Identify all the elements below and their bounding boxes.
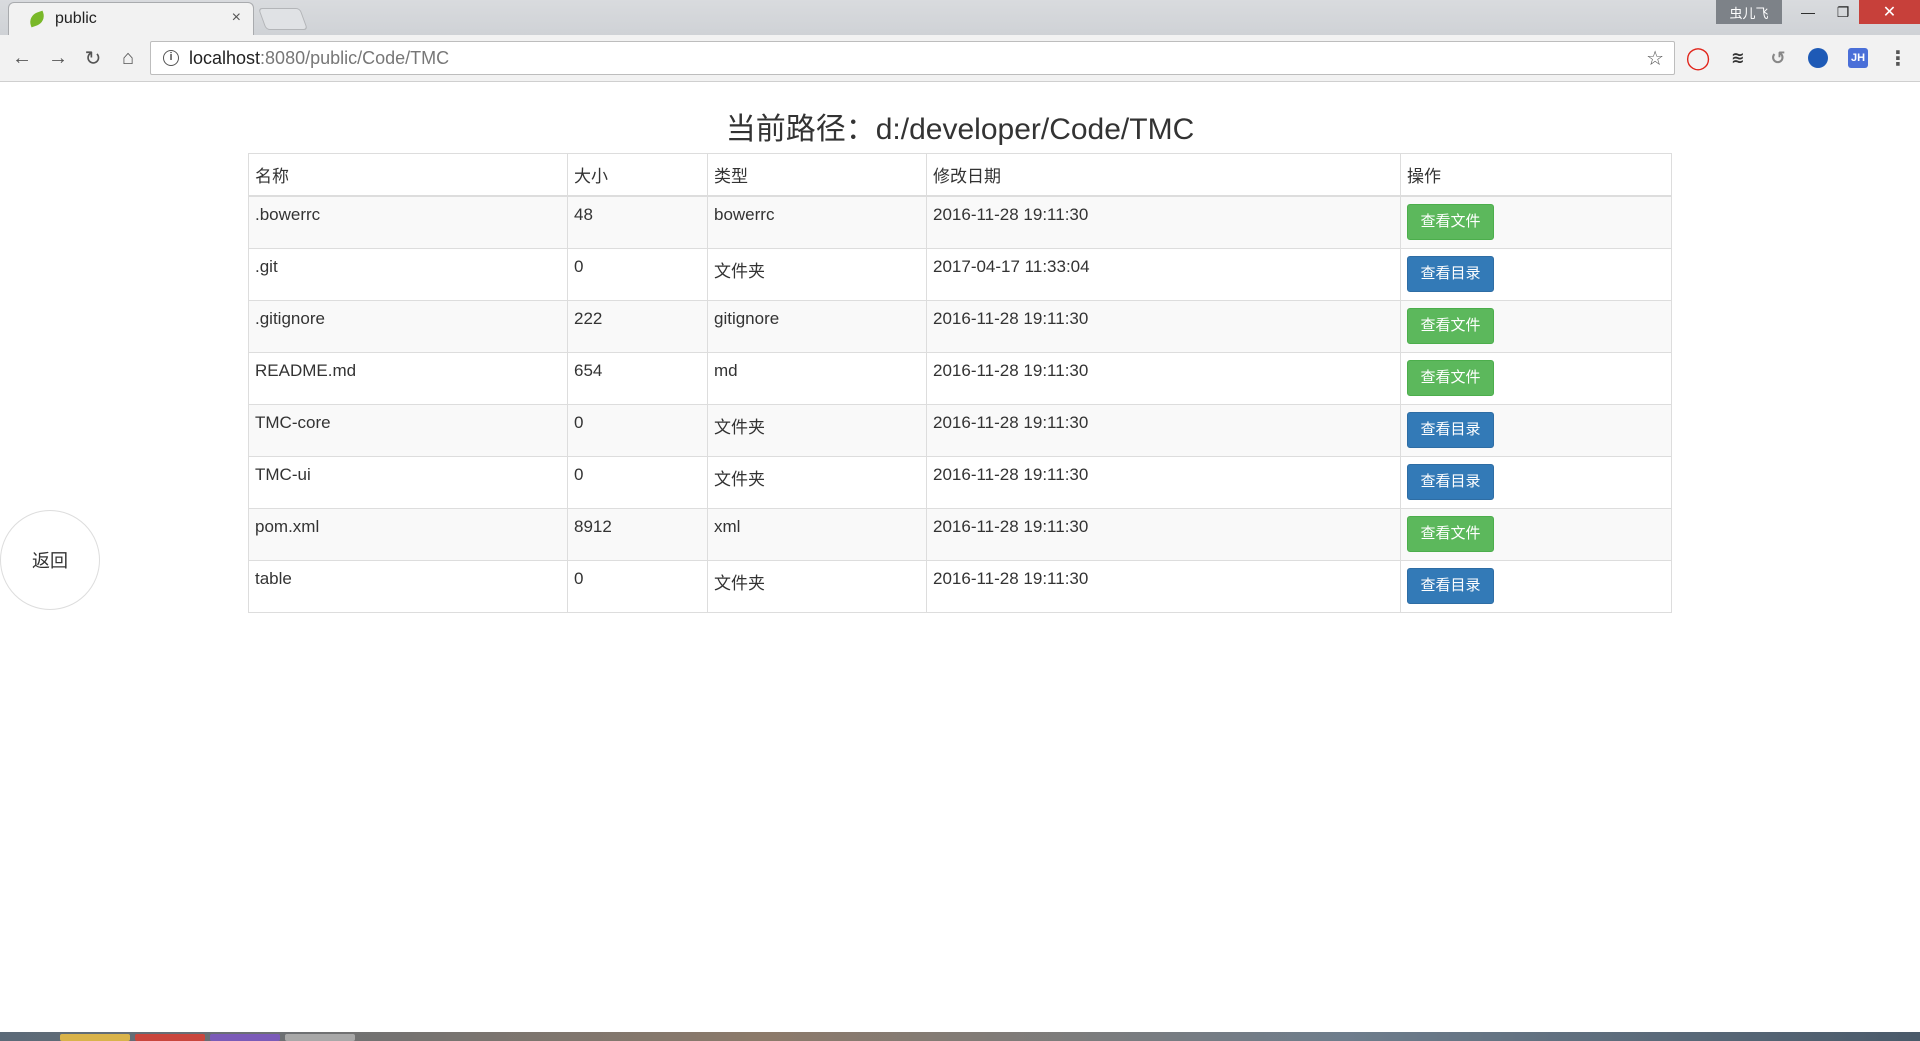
cell-size: 8912 — [567, 508, 708, 561]
cell-type: gitignore — [707, 300, 927, 353]
browser-tab[interactable]: public × — [8, 2, 254, 35]
cell-size: 0 — [567, 560, 708, 613]
cell-action: 查看目录 — [1400, 560, 1672, 613]
cell-type: 文件夹 — [707, 404, 927, 457]
header-action: 操作 — [1400, 153, 1672, 197]
cell-name: .bowerrc — [248, 195, 568, 249]
cell-name: README.md — [248, 352, 568, 405]
cell-date: 2016-11-28 19:11:30 — [926, 456, 1401, 509]
reload-icon[interactable]: ↻ — [79, 44, 107, 72]
url-path: :8080/public/Code/TMC — [260, 47, 450, 68]
table-row: .bowerrc 48 bowerrc 2016-11-28 19:11:30 … — [248, 195, 1672, 249]
table-row: table 0 文件夹 2016-11-28 19:11:30 查看目录 — [248, 560, 1672, 613]
view-file-button[interactable]: 查看文件 — [1407, 308, 1494, 344]
browser-menu-icon[interactable]: ⋮ — [1888, 48, 1908, 70]
header-name: 名称 — [248, 153, 568, 197]
cell-date: 2017-04-17 11:33:04 — [926, 248, 1401, 301]
taskbar-item[interactable] — [210, 1034, 280, 1041]
header-size: 大小 — [567, 153, 708, 197]
view-directory-button[interactable]: 查看目录 — [1407, 568, 1494, 604]
cell-name: .git — [248, 248, 568, 301]
cell-size: 48 — [567, 195, 708, 249]
cell-type: md — [707, 352, 927, 405]
cell-date: 2016-11-28 19:11:30 — [926, 560, 1401, 613]
site-info-icon[interactable]: i — [163, 50, 179, 66]
view-file-button[interactable]: 查看文件 — [1407, 204, 1494, 240]
view-directory-button[interactable]: 查看目录 — [1407, 464, 1494, 500]
cell-action: 查看文件 — [1400, 508, 1672, 561]
profile-badge[interactable]: 虫儿飞 — [1716, 0, 1782, 24]
cell-type: xml — [707, 508, 927, 561]
cell-name: TMC-core — [248, 404, 568, 457]
back-button[interactable]: 返回 — [0, 510, 100, 610]
browser-titlebar: public × 虫儿飞 — ❐ ✕ — [0, 0, 1920, 35]
address-bar[interactable]: i localhost:8080/public/Code/TMC ☆ — [150, 41, 1675, 75]
jh-extension-icon[interactable]: JH — [1848, 48, 1868, 68]
bookmark-star-icon[interactable]: ☆ — [1646, 46, 1664, 71]
cell-name: pom.xml — [248, 508, 568, 561]
file-table-container: 名称 大小 类型 修改日期 操作 .bowerrc 48 bowerrc 201… — [248, 153, 1672, 613]
cell-action: 查看目录 — [1400, 404, 1672, 457]
cell-size: 0 — [567, 248, 708, 301]
view-directory-button[interactable]: 查看目录 — [1407, 256, 1494, 292]
view-directory-button[interactable]: 查看目录 — [1407, 412, 1494, 448]
table-row: .git 0 文件夹 2017-04-17 11:33:04 查看目录 — [248, 248, 1672, 301]
cell-date: 2016-11-28 19:11:30 — [926, 404, 1401, 457]
cell-name: TMC-ui — [248, 456, 568, 509]
tab-close-icon[interactable]: × — [232, 9, 241, 27]
cell-size: 654 — [567, 352, 708, 405]
minimize-button[interactable]: — — [1789, 0, 1827, 24]
home-icon[interactable]: ⌂ — [114, 44, 142, 72]
cell-type: 文件夹 — [707, 248, 927, 301]
table-row: pom.xml 8912 xml 2016-11-28 19:11:30 查看文… — [248, 508, 1672, 561]
table-row: TMC-core 0 文件夹 2016-11-28 19:11:30 查看目录 — [248, 404, 1672, 457]
header-type: 类型 — [707, 153, 927, 197]
spring-leaf-icon — [27, 10, 47, 28]
back-arrow-icon[interactable]: ← — [8, 44, 36, 72]
cell-size: 0 — [567, 456, 708, 509]
view-file-button[interactable]: 查看文件 — [1407, 516, 1494, 552]
header-date: 修改日期 — [926, 153, 1401, 197]
taskbar-item[interactable] — [60, 1034, 130, 1041]
opera-extension-icon[interactable]: ◯ — [1686, 45, 1711, 70]
cell-action: 查看文件 — [1400, 195, 1672, 249]
taskbar-item[interactable] — [285, 1034, 355, 1041]
cell-action: 查看文件 — [1400, 352, 1672, 405]
cell-action: 查看目录 — [1400, 456, 1672, 509]
close-window-button[interactable]: ✕ — [1859, 0, 1920, 24]
new-tab-button[interactable] — [257, 8, 309, 30]
cell-action: 查看目录 — [1400, 248, 1672, 301]
cell-type: bowerrc — [707, 195, 927, 249]
tab-title: public — [55, 10, 97, 27]
cell-date: 2016-11-28 19:11:30 — [926, 352, 1401, 405]
browser-toolbar: ← → ↻ ⌂ i localhost:8080/public/Code/TMC… — [0, 35, 1920, 82]
file-table: 名称 大小 类型 修改日期 操作 .bowerrc 48 bowerrc 201… — [248, 153, 1672, 613]
cell-date: 2016-11-28 19:11:30 — [926, 195, 1401, 249]
view-file-button[interactable]: 查看文件 — [1407, 360, 1494, 396]
table-row: README.md 654 md 2016-11-28 19:11:30 查看文… — [248, 352, 1672, 405]
url-host: localhost — [189, 47, 261, 68]
cell-action: 查看文件 — [1400, 300, 1672, 353]
table-row: TMC-ui 0 文件夹 2016-11-28 19:11:30 查看目录 — [248, 456, 1672, 509]
taskbar-item[interactable] — [135, 1034, 205, 1041]
cell-size: 0 — [567, 404, 708, 457]
table-header-row: 名称 大小 类型 修改日期 操作 — [248, 153, 1672, 197]
forward-arrow-icon[interactable]: → — [44, 44, 72, 72]
cell-name: table — [248, 560, 568, 613]
maximize-button[interactable]: ❐ — [1824, 0, 1862, 24]
cell-type: 文件夹 — [707, 456, 927, 509]
cell-size: 222 — [567, 300, 708, 353]
wave-extension-icon[interactable]: ≋ — [1728, 48, 1748, 68]
cell-name: .gitignore — [248, 300, 568, 353]
globe-extension-icon[interactable] — [1808, 48, 1828, 68]
cell-date: 2016-11-28 19:11:30 — [926, 300, 1401, 353]
cell-date: 2016-11-28 19:11:30 — [926, 508, 1401, 561]
page-title: 当前路径：d:/developer/Code/TMC — [725, 113, 1195, 146]
cell-type: 文件夹 — [707, 560, 927, 613]
history-extension-icon[interactable]: ↺ — [1768, 48, 1788, 68]
table-row: .gitignore 222 gitignore 2016-11-28 19:1… — [248, 300, 1672, 353]
